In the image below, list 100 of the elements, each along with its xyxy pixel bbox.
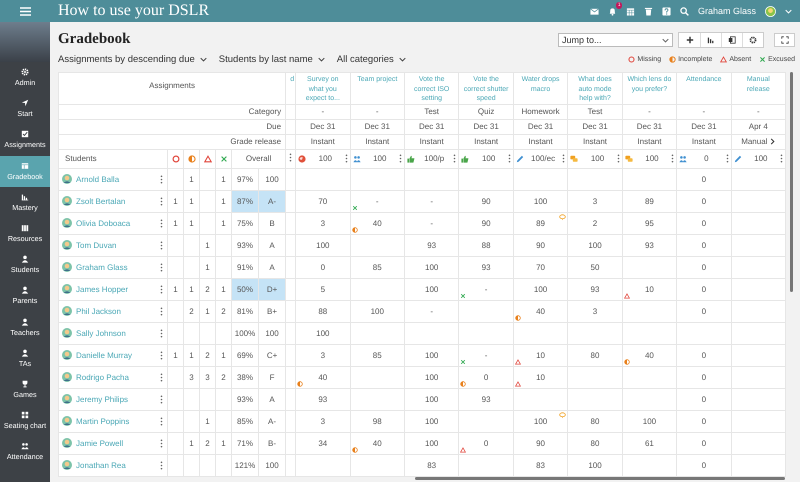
more-options-icon[interactable] [160, 262, 163, 272]
score-cell[interactable]: 0 [458, 366, 514, 388]
more-options-icon[interactable] [160, 306, 163, 316]
score-cell[interactable] [350, 454, 404, 476]
calendar-icon[interactable] [626, 6, 635, 16]
score-cell[interactable] [731, 432, 786, 454]
score-cell[interactable] [731, 366, 786, 388]
score-cell[interactable]: - [404, 212, 459, 234]
score-cell[interactable]: 100 [404, 256, 459, 278]
score-cell[interactable]: 100 [404, 278, 459, 300]
more-options-icon[interactable] [160, 394, 163, 404]
score-cell[interactable]: 0 [676, 454, 732, 476]
score-cell[interactable]: 90 [458, 190, 514, 212]
score-cell[interactable]: 85 [350, 344, 404, 366]
score-cell[interactable]: 100 [404, 344, 459, 366]
score-cell[interactable] [458, 322, 514, 344]
score-cell[interactable]: 70 [513, 256, 568, 278]
more-options-icon[interactable] [616, 154, 620, 163]
more-options-icon[interactable] [160, 284, 163, 294]
score-cell[interactable]: 93 [404, 234, 459, 256]
more-options-icon[interactable] [160, 240, 163, 250]
more-options-icon[interactable] [160, 174, 163, 184]
score-cell[interactable]: 3 [296, 344, 350, 366]
more-options-icon[interactable] [160, 196, 163, 206]
score-cell[interactable]: - [404, 190, 459, 212]
score-cell[interactable]: 3 [568, 190, 622, 212]
score-cell[interactable]: 93 [458, 388, 514, 410]
score-cell[interactable]: 100 [622, 410, 677, 432]
score-cell[interactable] [350, 366, 404, 388]
score-cell[interactable]: 3 [568, 300, 622, 322]
score-cell[interactable] [622, 256, 677, 278]
score-cell[interactable]: 93 [458, 256, 514, 278]
score-cell[interactable]: 0 [296, 256, 350, 278]
score-cell[interactable]: 0 [676, 190, 732, 212]
score-cell[interactable] [350, 168, 404, 190]
score-cell[interactable] [513, 388, 568, 410]
score-cell[interactable]: - [404, 300, 459, 322]
filter-dropdown[interactable]: Students by last name [218, 54, 325, 65]
more-options-icon[interactable] [780, 154, 784, 163]
score-cell[interactable]: 3 [296, 212, 350, 234]
filter-dropdown[interactable]: All categories [336, 54, 406, 65]
score-cell[interactable]: 40 [513, 300, 568, 322]
score-cell[interactable]: 93 [568, 278, 622, 300]
score-cell[interactable] [731, 410, 786, 432]
more-options-icon[interactable] [289, 153, 292, 162]
score-cell[interactable] [731, 212, 786, 234]
more-options-icon[interactable] [508, 154, 511, 163]
score-cell[interactable]: 80 [568, 344, 622, 366]
bell-icon[interactable] [608, 6, 617, 16]
score-cell[interactable]: 98 [350, 410, 404, 432]
score-cell[interactable]: 83 [513, 454, 568, 476]
score-cell[interactable]: 89 [513, 212, 568, 234]
score-cell[interactable]: 100 [350, 300, 404, 322]
score-cell[interactable] [731, 190, 786, 212]
score-cell[interactable] [458, 168, 514, 190]
score-cell[interactable] [568, 388, 622, 410]
more-options-icon[interactable] [160, 416, 163, 426]
score-cell[interactable]: - [458, 344, 514, 366]
score-cell[interactable]: 100 [513, 190, 568, 212]
score-cell[interactable]: 95 [622, 212, 677, 234]
score-cell[interactable]: 100 [404, 388, 459, 410]
score-cell[interactable]: 100 [513, 410, 568, 432]
score-cell[interactable] [731, 344, 786, 366]
search-icon[interactable] [680, 6, 689, 16]
score-cell[interactable]: 0 [676, 212, 732, 234]
score-cell[interactable] [568, 168, 622, 190]
score-cell[interactable]: - [350, 190, 404, 212]
score-cell[interactable]: 80 [568, 410, 622, 432]
more-options-icon[interactable] [726, 154, 729, 163]
score-cell[interactable]: 0 [676, 344, 732, 366]
score-cell[interactable] [622, 322, 677, 344]
score-cell[interactable] [568, 322, 622, 344]
score-cell[interactable] [731, 256, 786, 278]
score-cell[interactable]: 100 [296, 234, 350, 256]
score-cell[interactable]: 0 [676, 366, 732, 388]
score-cell[interactable] [676, 322, 732, 344]
score-cell[interactable]: 10 [513, 344, 568, 366]
score-cell[interactable]: 100 [568, 454, 622, 476]
trash-icon[interactable] [644, 6, 653, 16]
score-cell[interactable]: 0 [676, 234, 732, 256]
score-cell[interactable] [458, 410, 514, 432]
score-cell[interactable]: 100 [404, 366, 459, 388]
score-cell[interactable]: 83 [404, 454, 459, 476]
score-cell[interactable]: 88 [296, 300, 350, 322]
score-cell[interactable] [296, 454, 350, 476]
score-cell[interactable]: 3 [296, 410, 350, 432]
score-cell[interactable]: 34 [296, 432, 350, 454]
scrollbar[interactable] [415, 477, 785, 480]
score-cell[interactable]: 89 [622, 190, 677, 212]
score-cell[interactable]: 10 [513, 366, 568, 388]
score-cell[interactable] [296, 168, 350, 190]
score-cell[interactable]: 40 [622, 344, 677, 366]
score-cell[interactable] [458, 454, 514, 476]
score-cell[interactable]: 80 [568, 432, 622, 454]
more-options-icon[interactable] [671, 154, 674, 163]
jump-to-select[interactable]: Jump to... [558, 33, 673, 47]
score-cell[interactable]: 100 [568, 234, 622, 256]
score-cell[interactable] [731, 454, 786, 476]
score-cell[interactable]: 0 [676, 278, 732, 300]
score-cell[interactable]: 93 [622, 234, 677, 256]
